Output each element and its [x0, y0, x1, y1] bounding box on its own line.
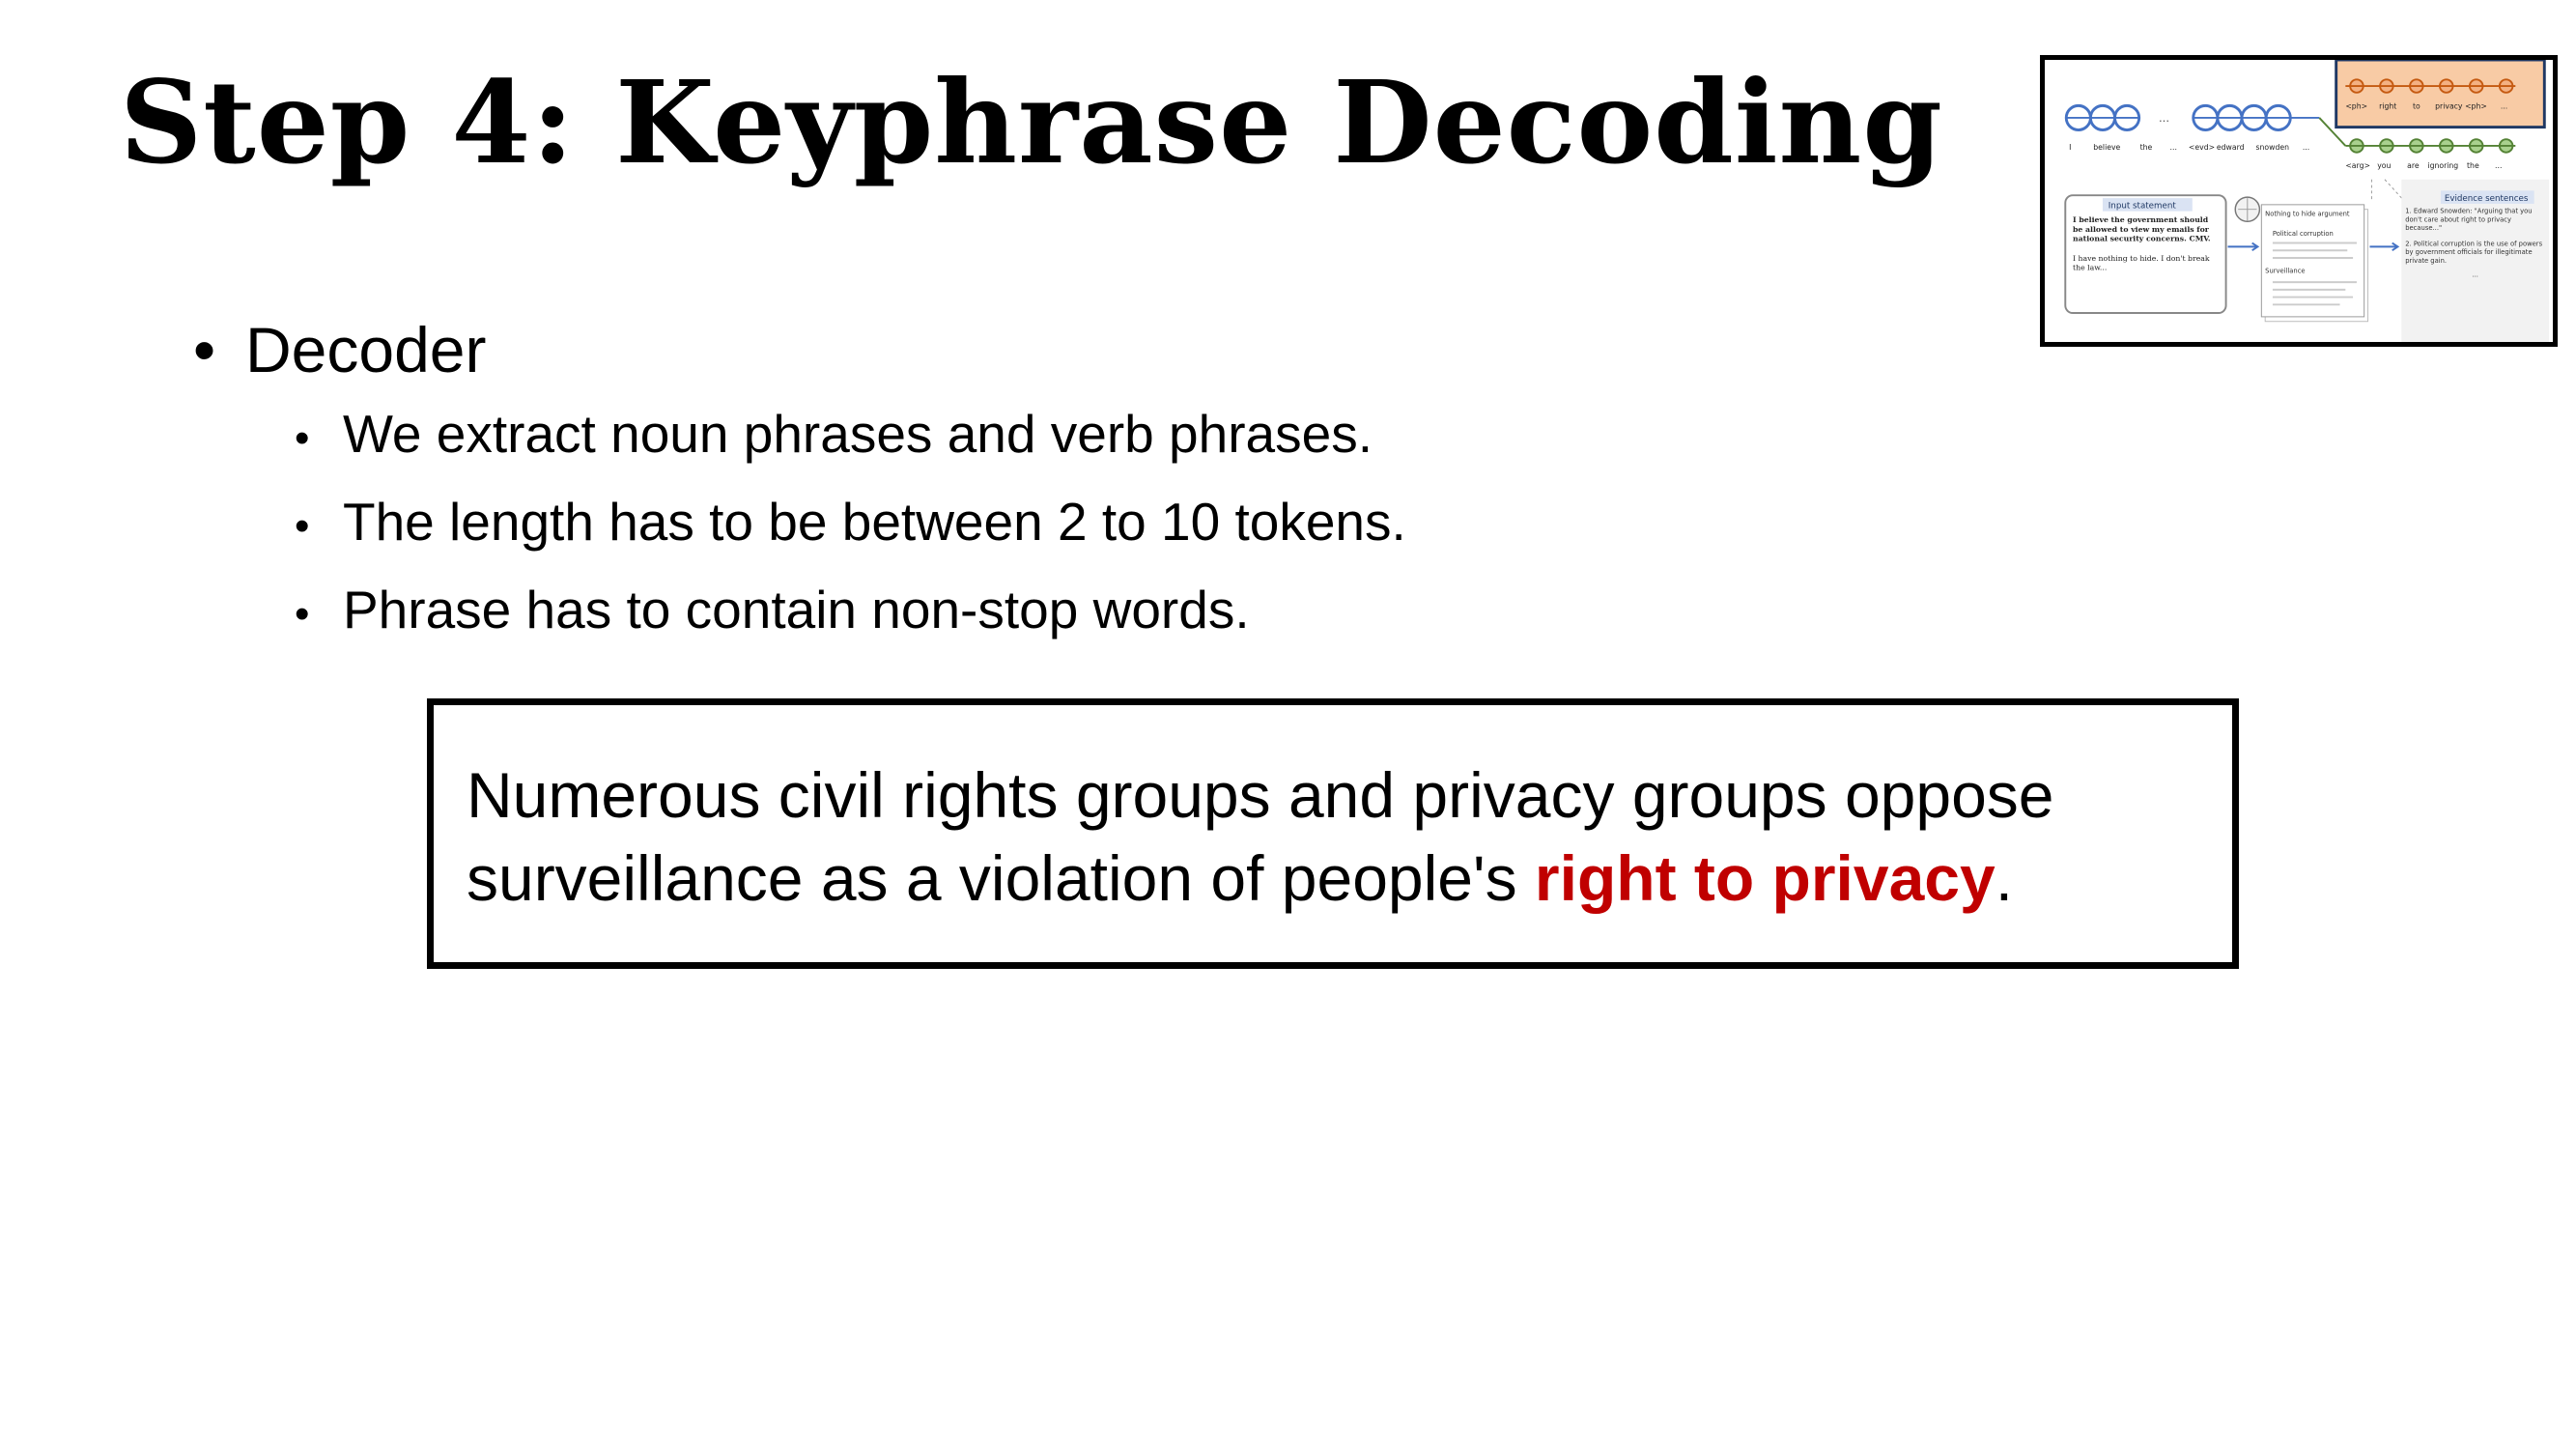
token-label: <ph> [2345, 101, 2367, 110]
token-label: the [2140, 143, 2153, 152]
bullet-text: Decoder [245, 314, 487, 385]
bullet-list: • Decoder • We extract noun phrases and … [193, 307, 1406, 656]
decoder-highlight-box [2335, 60, 2546, 129]
svg-text:...: ... [2159, 111, 2169, 125]
wiki-doc-title: Political corruption [2273, 230, 2334, 238]
evidence-label: Evidence sentences [2445, 194, 2529, 204]
bullet-dot-icon: • [295, 414, 310, 462]
token-label: privacy [2435, 101, 2463, 110]
bullet-decoder: • Decoder [193, 307, 1406, 392]
token-label: I [2069, 143, 2071, 152]
token-label: ignoring [2427, 161, 2458, 170]
token-label: are [2407, 161, 2420, 170]
token-label: believe [2093, 143, 2120, 152]
input-text: I believe the government should be allow… [2073, 214, 2211, 243]
token-label: <ph> [2465, 101, 2487, 110]
token-label: to [2413, 101, 2420, 110]
model-diagram: ... I believe the ... <evd> edward snowd… [2064, 60, 2550, 342]
token-label: <evd> [2189, 143, 2215, 152]
wiki-doc-title: Nothing to hide argument [2265, 210, 2350, 217]
bullet-dot-icon: • [295, 502, 310, 550]
sub-bullet-phrases: • We extract noun phrases and verb phras… [295, 392, 1406, 480]
evidence-sentence: 1. Edward Snowden: "Arguing that you don… [2405, 207, 2533, 232]
model-diagram-thumbnail: ... I believe the ... <evd> edward snowd… [2040, 55, 2558, 347]
input-text-2: I have nothing to hide. I don't break th… [2073, 254, 2210, 272]
token-label: right [2379, 101, 2396, 110]
bullet-dot-icon: • [295, 590, 310, 638]
wiki-doc-title: Surveillance [2265, 267, 2305, 274]
token-label: edward [2217, 143, 2245, 152]
keyphrase-highlight: right to privacy [1534, 842, 1996, 914]
token-label: <arg> [2345, 161, 2370, 170]
token-label: the [2467, 161, 2479, 170]
sub-bullet-length: • The length has to be between 2 to 10 t… [295, 480, 1406, 568]
token-label: ... [2170, 143, 2177, 152]
sub-bullet-text: Phrase has to contain non-stop words. [343, 580, 1250, 639]
sub-bullet-text: The length has to be between 2 to 10 tok… [343, 492, 1406, 552]
sub-bullet-text: We extract noun phrases and verb phrases… [343, 404, 1373, 464]
token-label: ... [2501, 101, 2507, 110]
example-sentence-box: Numerous civil rights groups and privacy… [427, 698, 2239, 969]
token-label: you [2377, 161, 2391, 170]
token-label: ... [2495, 161, 2502, 170]
example-period: . [1995, 842, 2014, 914]
sub-bullet-stopwords: • Phrase has to contain non-stop words. [295, 568, 1406, 656]
token-label: ... [2303, 143, 2309, 152]
input-label: Input statement [2109, 202, 2177, 212]
slide-title: Step 4: Keyphrase Decoding [120, 55, 1943, 189]
token-label: snowden [2256, 143, 2290, 152]
evidence-sentence: 2. Political corruption is the use of po… [2405, 240, 2543, 265]
bullet-dot-icon: • [193, 314, 216, 385]
evidence-more: ... [2472, 270, 2478, 279]
